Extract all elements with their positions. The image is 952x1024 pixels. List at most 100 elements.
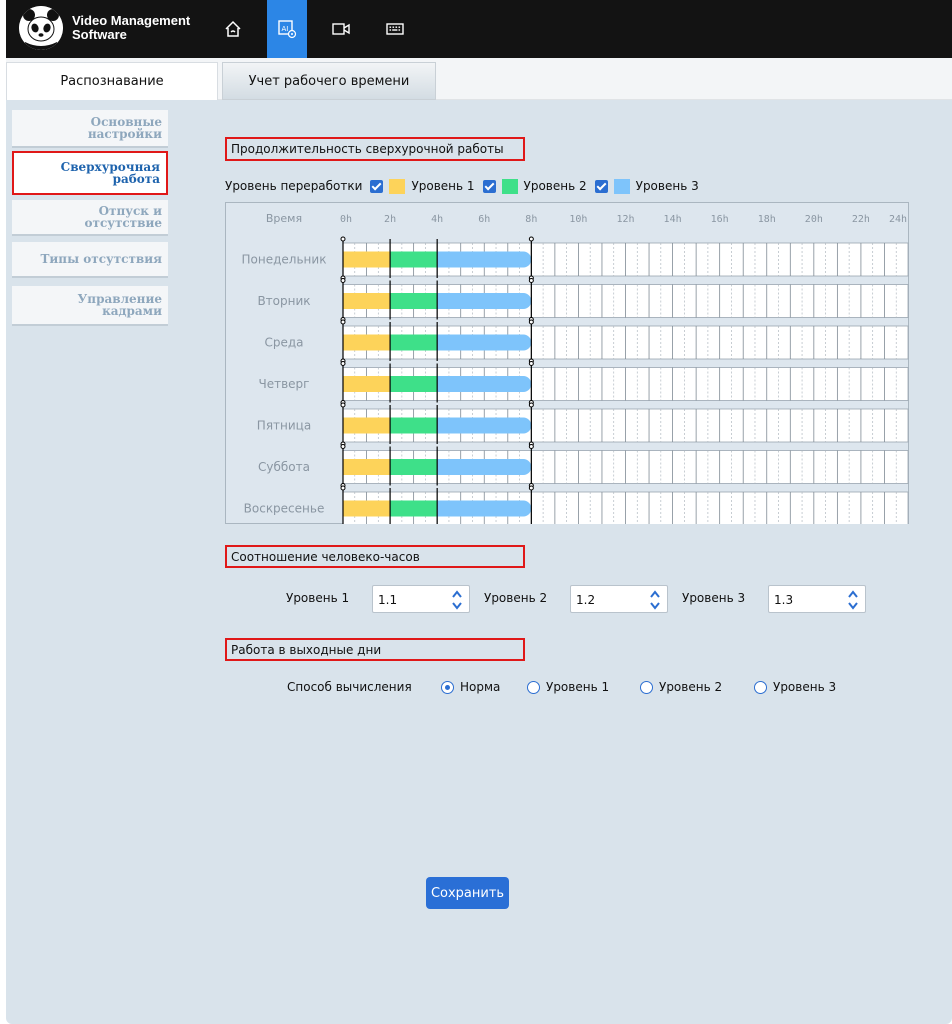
sidebar-item-label: Типы отсутствия (40, 252, 162, 266)
app-title-line2: Software (72, 27, 127, 42)
save-button[interactable]: Сохранить (426, 877, 509, 909)
level3-label: Уровень 3 (635, 179, 699, 193)
hour-tick-label: 24h (889, 214, 907, 225)
calc-method-label: Способ вычисления (287, 680, 412, 694)
hour-tick-label: 4h (431, 214, 443, 225)
overtime-range-level3-join (437, 376, 448, 392)
range-handle-top[interactable] (528, 319, 534, 325)
tab-recognition[interactable]: Распознавание (6, 62, 218, 100)
range-handle-top[interactable] (340, 236, 346, 242)
level3-checkbox[interactable] (594, 179, 608, 193)
svg-text:AI: AI (282, 25, 289, 33)
overtime-range-level3[interactable] (437, 417, 532, 434)
overtime-range-level2[interactable] (390, 293, 438, 309)
overtime-section-title: Продолжительность сверхурочной работы (225, 137, 525, 161)
overtime-range-level3-join (437, 334, 448, 351)
overtime-range-level2[interactable] (390, 500, 438, 517)
range-handle-top[interactable] (528, 278, 534, 283)
overtime-range-level3[interactable] (437, 500, 532, 517)
hour-tick-label: 10h (569, 214, 587, 225)
overtime-range-level1[interactable] (343, 459, 391, 475)
nav-home-button[interactable] (213, 0, 253, 58)
overtime-range-level3-join (437, 500, 448, 517)
overtime-range-level3[interactable] (437, 334, 532, 351)
range-handle-top[interactable] (340, 278, 346, 283)
overtime-range-level3-join (437, 459, 448, 475)
overtime-range-level2[interactable] (390, 251, 438, 268)
overtime-range-level2[interactable] (390, 459, 438, 475)
overtime-range-level2[interactable] (390, 417, 438, 434)
time-header: Время (266, 212, 302, 225)
level2-checkbox[interactable] (482, 179, 496, 193)
overtime-range-level3[interactable] (437, 293, 532, 309)
level1-checkbox[interactable] (370, 179, 384, 193)
radio-level1-label[interactable]: Уровень 1 (546, 680, 609, 694)
nav-video-button[interactable] (321, 0, 361, 58)
overtime-range-level1[interactable] (343, 334, 391, 351)
sidebar-item-basic-settings[interactable]: Основные настройки (12, 110, 168, 148)
sidebar-item-leave[interactable]: Отпуск и отсутствие (12, 200, 168, 236)
stepper-arrows-icon[interactable] (451, 589, 463, 611)
range-handle-top[interactable] (528, 444, 534, 449)
radio-norm[interactable] (441, 681, 454, 694)
radio-level2-label[interactable]: Уровень 2 (659, 680, 722, 694)
hour-tick-label: 2h (384, 214, 396, 225)
range-handle-top[interactable] (340, 319, 346, 325)
level2-swatch (501, 178, 518, 194)
sidebar-item-label: настройки (87, 127, 162, 141)
overtime-schedule-grid[interactable]: Время 0h 2h 4h 6h 8h 10h 12h 14h 16h 18h 20h 22h 24h П… (225, 202, 909, 524)
overtime-range-level1[interactable] (343, 376, 391, 392)
hour-tick-label: 16h (711, 214, 729, 225)
level-label: Уровень переработки (225, 179, 363, 193)
radio-level2[interactable] (640, 681, 653, 694)
range-handle-top[interactable] (528, 402, 534, 408)
radio-norm-label[interactable]: Норма (460, 680, 500, 694)
range-handle-top[interactable] (340, 361, 346, 366)
stepper-arrows-icon[interactable] (847, 589, 859, 611)
range-handle-top[interactable] (528, 361, 534, 366)
overtime-range-level1[interactable] (343, 293, 391, 309)
nav-ai-button[interactable]: AI (267, 0, 307, 58)
level2-label: Уровень 2 (523, 179, 587, 193)
range-handle-top[interactable] (528, 236, 534, 242)
overtime-range-level3[interactable] (437, 251, 532, 268)
tab-time-attendance[interactable]: Учет рабочего времени (222, 62, 436, 100)
ratio-level2-value: 1.2 (576, 593, 596, 607)
overtime-range-level3-join (437, 417, 448, 434)
ratio-level1-stepper[interactable]: 1.1 (372, 585, 470, 613)
video-camera-icon (332, 23, 350, 35)
hour-tick-label: 18h (758, 214, 776, 225)
section-title: Соотношение человеко-часов (231, 549, 420, 564)
sidebar-item-label: кадрами (102, 304, 162, 318)
level1-swatch (389, 178, 406, 194)
stepper-arrows-icon[interactable] (649, 589, 661, 611)
range-handle-top[interactable] (340, 485, 346, 491)
app-title: Video Management Software (72, 14, 190, 42)
nav-keyboard-button[interactable] (375, 0, 415, 58)
range-handle-top[interactable] (340, 402, 346, 408)
radio-level3-label[interactable]: Уровень 3 (773, 680, 836, 694)
overtime-range-level3[interactable] (437, 459, 532, 475)
radio-level1[interactable] (527, 681, 540, 694)
range-handle-top[interactable] (528, 485, 534, 491)
radio-level3[interactable] (754, 681, 767, 694)
day-label: Воскресенье (244, 502, 325, 516)
ratio-level2-stepper[interactable]: 1.2 (570, 585, 668, 613)
ratio-level3-stepper[interactable]: 1.3 (768, 585, 866, 613)
sidebar-item-overtime[interactable]: Сверхурочная работа (12, 151, 168, 195)
section-title: Работа в выходные дни (231, 642, 382, 657)
sidebar-item-absence-types[interactable]: Типы отсутствия (12, 242, 168, 278)
overtime-range-level1[interactable] (343, 500, 391, 517)
panda-logo-icon (19, 6, 63, 50)
range-handle-top[interactable] (340, 444, 346, 449)
overtime-range-level1[interactable] (343, 417, 391, 434)
home-icon (225, 20, 241, 37)
hour-tick-label: 14h (664, 214, 682, 225)
sidebar-item-hr-management[interactable]: Управление кадрами (12, 286, 168, 326)
tabs-bar: Распознавание Учет рабочего времени (6, 58, 952, 100)
overtime-range-level2[interactable] (390, 376, 438, 392)
overtime-range-level2[interactable] (390, 334, 438, 351)
overtime-range-level3[interactable] (437, 376, 532, 392)
overtime-range-level1[interactable] (343, 251, 391, 268)
section-title: Продолжительность сверхурочной работы (231, 142, 504, 156)
